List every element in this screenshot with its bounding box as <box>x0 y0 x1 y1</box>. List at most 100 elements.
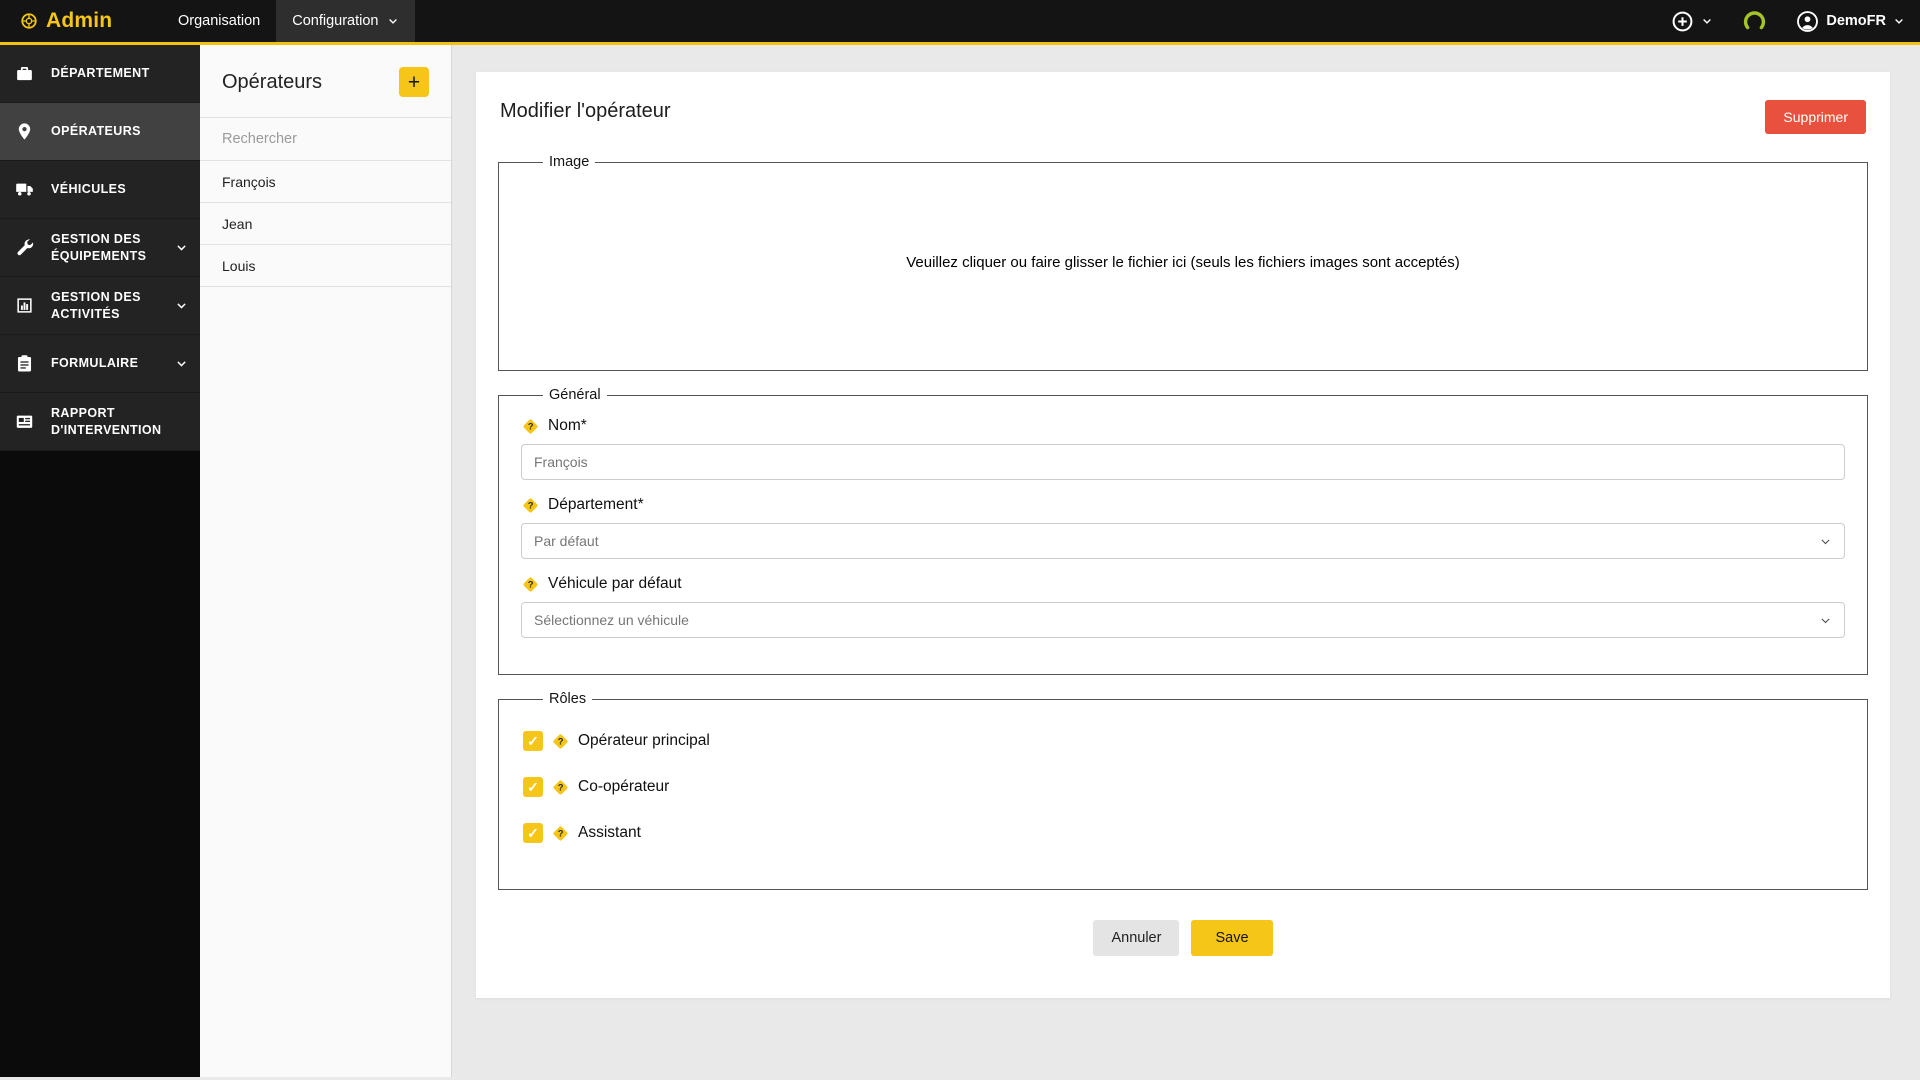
sidebar-item-gestion-equipements[interactable]: Gestion des équipements <box>0 219 200 277</box>
help-icon[interactable] <box>552 779 569 795</box>
chevron-down-icon <box>387 15 399 27</box>
field-label-row: Véhicule par défaut <box>521 575 1845 593</box>
delete-button[interactable]: Supprimer <box>1765 100 1866 134</box>
topbar-right: DemoFR <box>1656 0 1920 42</box>
help-icon[interactable] <box>552 733 569 749</box>
quick-add-menu[interactable] <box>1656 0 1728 42</box>
sidebar-item-label: Gestion des activités <box>51 289 141 321</box>
roles-section-legend: Rôles <box>549 691 587 707</box>
sidebar-item-label: Gestion des équipements <box>51 231 147 263</box>
help-icon[interactable] <box>522 497 539 513</box>
operator-list-item[interactable]: Louis <box>200 245 451 287</box>
user-circle-icon <box>1797 10 1819 32</box>
gauge-arc-icon <box>1744 10 1766 29</box>
sidebar-item-label: Opérateurs <box>51 124 141 139</box>
gauge-indicator[interactable] <box>1728 0 1781 42</box>
help-icon[interactable] <box>522 576 539 592</box>
select-value: Par défaut <box>534 533 599 549</box>
wrench-icon <box>15 238 40 257</box>
bar-chart-icon <box>15 296 40 315</box>
sidebar-item-rapport-intervention[interactable]: Rapport d'intervention <box>0 393 200 451</box>
field-vehicule: Véhicule par défaut Sélectionnez un véhi… <box>521 575 1845 638</box>
page-title: Modifier l'opérateur <box>500 100 671 122</box>
help-icon[interactable] <box>522 418 539 434</box>
operator-list-item[interactable]: François <box>200 161 451 203</box>
image-section: Image Veuillez cliquer ou faire glisser … <box>498 154 1868 371</box>
ship-wheel-icon <box>20 12 38 30</box>
field-label-nom: Nom* <box>548 417 587 434</box>
search-bar <box>200 117 451 161</box>
role-label: Co-opérateur <box>578 778 670 795</box>
truck-icon <box>15 180 40 199</box>
nom-input[interactable] <box>521 444 1845 480</box>
file-dropzone[interactable]: Veuillez cliquer ou faire glisser le fic… <box>519 174 1847 350</box>
sidebar-item-operateurs[interactable]: Opérateurs <box>0 103 200 161</box>
sidebar-item-gestion-activites[interactable]: Gestion des activités <box>0 277 200 335</box>
clipboard-icon <box>15 354 40 373</box>
field-departement: Département* Par défaut <box>521 496 1845 559</box>
sidebar-item-label: Formulaire <box>51 356 139 371</box>
user-name: DemoFR <box>1826 13 1886 29</box>
sidebar-item-vehicules[interactable]: Véhicules <box>0 161 200 219</box>
menu-configuration[interactable]: Configuration <box>276 0 416 42</box>
chevron-down-icon <box>175 299 188 312</box>
help-icon[interactable] <box>552 825 569 841</box>
role-row-co-operateur: Co-opérateur <box>523 777 1843 797</box>
layout: Département Opérateurs Véhicules Gestion… <box>0 45 1920 1077</box>
panel-title: Opérateurs <box>222 70 323 93</box>
sidebar: Département Opérateurs Véhicules Gestion… <box>0 45 200 1077</box>
chevron-down-icon <box>1819 614 1832 627</box>
briefcase-icon <box>15 64 40 83</box>
chevron-down-icon <box>1893 15 1905 27</box>
select-value: Sélectionnez un véhicule <box>534 612 689 628</box>
general-section: Général Nom* Département* Par défaut <box>498 387 1868 675</box>
map-pin-icon <box>15 122 40 141</box>
field-label-departement: Département* <box>548 496 644 513</box>
sidebar-item-formulaire[interactable]: Formulaire <box>0 335 200 393</box>
sidebar-item-departement[interactable]: Département <box>0 45 200 103</box>
card-header: Modifier l'opérateur Supprimer <box>498 100 1868 134</box>
sidebar-item-label: Véhicules <box>51 182 127 197</box>
topbar: Admin Organisation Configuration DemoFR <box>0 0 1920 45</box>
role-row-operateur-principal: Opérateur principal <box>523 731 1843 751</box>
menu-organisation[interactable]: Organisation <box>162 0 276 42</box>
vehicule-select[interactable]: Sélectionnez un véhicule <box>521 602 1845 638</box>
panel-header: Opérateurs + <box>200 45 451 117</box>
operator-list: François Jean Louis <box>200 161 451 287</box>
general-section-legend: Général <box>549 387 601 403</box>
report-icon <box>15 412 40 431</box>
app-logo[interactable]: Admin <box>0 0 162 42</box>
form-actions: Annuler Save <box>498 920 1868 956</box>
add-operator-button[interactable]: + <box>399 67 429 97</box>
logo-text: Admin <box>46 9 113 32</box>
field-nom: Nom* <box>521 417 1845 480</box>
role-row-assistant: Assistant <box>523 823 1843 843</box>
main-content: Modifier l'opérateur Supprimer Image Veu… <box>452 45 1920 1077</box>
operator-list-item[interactable]: Jean <box>200 203 451 245</box>
search-input[interactable] <box>222 131 429 147</box>
field-label-vehicule: Véhicule par défaut <box>548 575 682 592</box>
departement-select[interactable]: Par défaut <box>521 523 1845 559</box>
role-checkbox[interactable] <box>523 823 543 843</box>
roles-section: Rôles Opérateur principal Co-opérateur A… <box>498 691 1868 890</box>
field-label-row: Nom* <box>521 417 1845 435</box>
sidebar-item-label: Rapport d'intervention <box>51 405 162 437</box>
field-label-row: Département* <box>521 496 1845 514</box>
role-checkbox[interactable] <box>523 731 543 751</box>
user-menu[interactable]: DemoFR <box>1781 0 1920 42</box>
role-label: Assistant <box>578 824 641 841</box>
operators-panel: Opérateurs + François Jean Louis <box>200 45 452 1077</box>
chevron-down-icon <box>1701 15 1713 27</box>
image-section-legend: Image <box>549 154 590 170</box>
chevron-down-icon <box>175 357 188 370</box>
role-checkbox[interactable] <box>523 777 543 797</box>
role-label: Opérateur principal <box>578 732 710 749</box>
plus-circle-icon <box>1672 11 1693 31</box>
save-button[interactable]: Save <box>1191 920 1273 956</box>
menu-configuration-label: Configuration <box>292 13 379 29</box>
chevron-down-icon <box>1819 535 1832 548</box>
edit-operator-card: Modifier l'opérateur Supprimer Image Veu… <box>476 72 1890 998</box>
cancel-button[interactable]: Annuler <box>1093 920 1180 956</box>
dropzone-text: Veuillez cliquer ou faire glisser le fic… <box>906 253 1460 271</box>
sidebar-item-label: Département <box>51 66 150 81</box>
